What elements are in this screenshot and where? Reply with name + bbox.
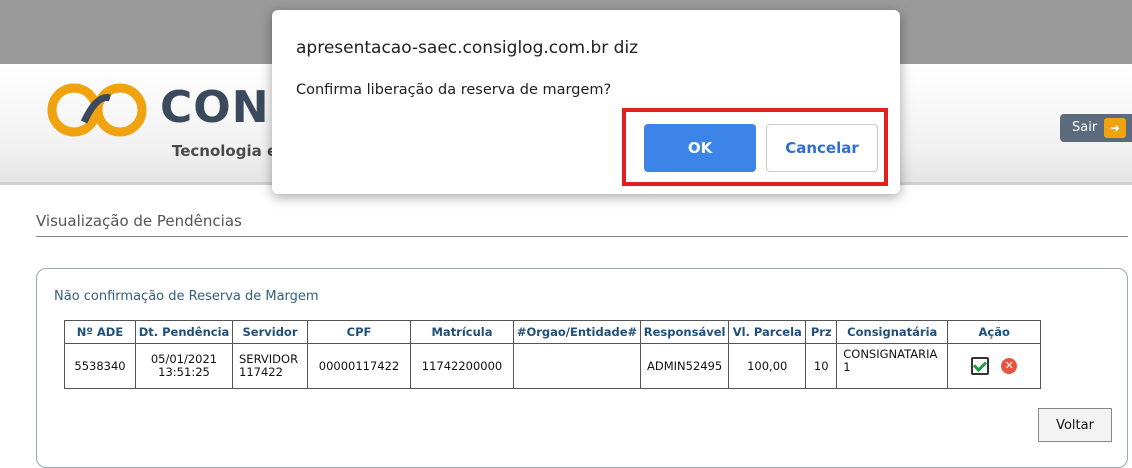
cell-consig-id: 1 (843, 360, 851, 374)
cell-ade: 5538340 (64, 343, 136, 389)
ok-button[interactable]: OK (644, 124, 756, 172)
panel-title: Não confirmação de Reserva de Margem (54, 289, 319, 304)
cell-cpf: 00000117422 (307, 343, 411, 389)
col-prazo: Prz (805, 320, 838, 344)
col-cpf: CPF (307, 320, 411, 344)
logout-arrow-icon[interactable]: ➜ (1104, 118, 1126, 138)
logo-infinity-icon (47, 83, 147, 137)
confirm-dialog: apresentacao-saec.consiglog.com.br diz C… (272, 10, 900, 194)
cell-date-time: 13:51:25 (158, 365, 210, 379)
col-matricula: Matrícula (410, 320, 514, 344)
brand-tagline: Tecnologia e (172, 142, 278, 160)
cancel-button[interactable]: Cancelar (766, 124, 878, 172)
cell-responsavel: ADMIN52495 (639, 343, 730, 389)
logout-label: Sair (1072, 120, 1098, 135)
dialog-origin: apresentacao-saec.consiglog.com.br diz (296, 38, 639, 58)
col-ade: Nº ADE (64, 320, 136, 344)
col-parcela: Vl. Parcela (728, 320, 807, 344)
cell-actions: ✕ (947, 343, 1042, 389)
cell-servidor: SERVIDOR 117422 (232, 343, 308, 389)
cell-orgao (513, 343, 641, 389)
confirm-check-icon[interactable] (971, 357, 990, 375)
cell-date-day: 05/01/2021 (150, 352, 218, 366)
cell-prazo: 10 (805, 343, 838, 389)
back-button[interactable]: Voltar (1038, 408, 1112, 442)
table-row: 5538340 05/01/2021 13:51:25 SERVIDOR 11742… (64, 343, 1042, 389)
cell-parcela: 100,00 (728, 343, 807, 389)
cell-date: 05/01/2021 13:51:25 (135, 343, 233, 389)
pending-table: Nº ADE Dt. Pendência Servidor CPF Matríc… (64, 320, 1042, 389)
cell-servidor-name: SERVIDOR (239, 352, 299, 366)
table-header-row: Nº ADE Dt. Pendência Servidor CPF Matríc… (64, 320, 1042, 344)
col-acao: Ação (947, 320, 1042, 344)
cell-matricula: 11742200000 (410, 343, 514, 389)
cell-consignataria: CONSIGNATARIA 1 (836, 343, 949, 389)
col-date: Dt. Pendência (135, 320, 233, 344)
page-title: Visualização de Pendências (36, 212, 242, 230)
dialog-message: Confirma liberação da reserva de margem? (296, 82, 612, 98)
cell-consig-name: CONSIGNATARIA (843, 347, 938, 361)
col-orgao: #Orgao/Entidade# (513, 320, 641, 344)
col-consignataria: Consignatária (836, 320, 949, 344)
cancel-x-icon[interactable]: ✕ (1001, 358, 1018, 374)
page-title-rule (36, 236, 1128, 237)
col-servidor: Servidor (232, 320, 308, 344)
col-responsavel: Responsável (639, 320, 730, 344)
cell-servidor-id: 117422 (239, 365, 283, 379)
